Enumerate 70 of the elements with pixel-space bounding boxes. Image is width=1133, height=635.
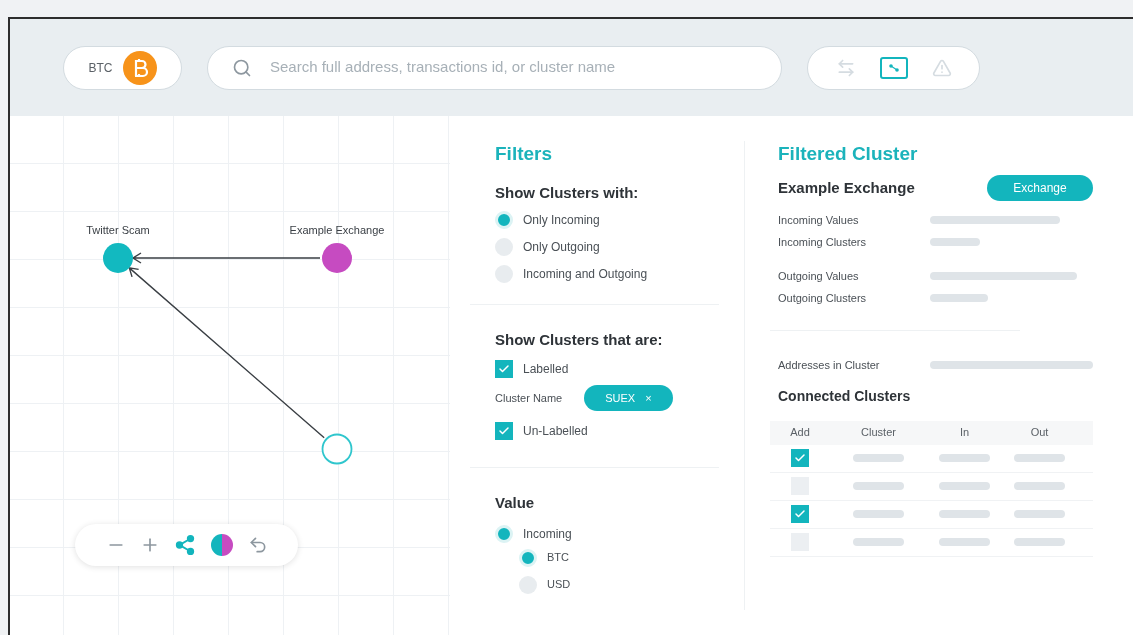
bitcoin-icon	[122, 50, 157, 85]
half-circle-icon[interactable]	[209, 533, 234, 557]
stat-label: Addresses in Cluster	[778, 358, 881, 373]
option-label: Only Outgoing	[523, 238, 600, 256]
section-heading: Connected Clusters	[778, 386, 912, 406]
checkbox[interactable]	[495, 360, 513, 378]
placeholder-bar	[853, 510, 904, 518]
check-icon	[794, 508, 806, 520]
column-header: In	[958, 425, 971, 441]
search-input[interactable]: Search full address, transactions id, or cluster name	[270, 56, 757, 79]
node-label: Twitter Scam	[86, 223, 150, 238]
graph-node[interactable]	[322, 243, 352, 273]
option-label: Incoming and Outgoing	[523, 265, 648, 283]
section-heading: Show Clusters that are:	[495, 329, 664, 350]
check-icon	[498, 425, 510, 437]
currency-selector[interactable]: BTC	[63, 45, 182, 90]
check-icon	[498, 363, 510, 375]
placeholder-bar	[1014, 510, 1065, 518]
stat-label: Outgoing Clusters	[778, 290, 868, 306]
placeholder-bar	[939, 538, 990, 546]
placeholder-bar	[1014, 538, 1065, 546]
cluster-type-badge: Exchange	[987, 175, 1093, 201]
remove-tag-button[interactable]: ×	[645, 389, 652, 407]
stat-label: Outgoing Values	[778, 269, 860, 284]
radio-button[interactable]	[495, 524, 513, 543]
section-heading: Show Clusters with:	[495, 183, 640, 203]
placeholder-bar	[939, 510, 990, 518]
view-toggle[interactable]	[879, 56, 908, 79]
radio-button[interactable]	[495, 210, 513, 229]
option-label: Labelled	[523, 361, 569, 378]
panel-title: Filtered Cluster	[778, 144, 919, 163]
undo-icon[interactable]	[247, 535, 268, 555]
placeholder-bar	[853, 454, 904, 462]
placeholder-bar	[939, 482, 990, 490]
stat-label: Incoming Values	[778, 213, 860, 228]
check-icon	[794, 452, 806, 464]
checkbox[interactable]	[791, 449, 809, 467]
column-header: Cluster	[860, 425, 897, 441]
tag-text: SUEX	[605, 390, 636, 406]
cluster-name: Example Exchange	[778, 177, 915, 198]
node-layout-icon[interactable]	[173, 534, 196, 556]
radio-button[interactable]	[519, 548, 537, 567]
graph-node[interactable]	[321, 433, 353, 465]
section-heading: Value	[495, 493, 536, 513]
currency-label: BTC	[88, 59, 113, 77]
placeholder-bar	[1014, 482, 1065, 490]
search-field[interactable]: Search full address, transactions id, or cluster name	[207, 45, 782, 90]
node-label: Example Exchange	[289, 223, 385, 238]
search-icon	[232, 57, 252, 78]
placeholder-bar	[930, 237, 980, 246]
placeholder-bar	[930, 293, 988, 302]
column-header: Add	[789, 425, 811, 441]
option-label: BTC	[547, 550, 569, 566]
option-label: USD	[547, 577, 571, 593]
checkbox[interactable]	[495, 422, 513, 440]
option-label: Un-Labelled	[523, 423, 588, 440]
warning-icon	[931, 57, 952, 78]
panel-title: Filters	[495, 144, 554, 163]
cluster-name-tag[interactable]: SUEX ×	[584, 385, 673, 411]
placeholder-bar	[853, 482, 904, 490]
placeholder-bar	[939, 454, 990, 462]
graph-node[interactable]	[103, 243, 133, 273]
option-label: Incoming	[523, 525, 572, 543]
placeholder-bar	[853, 538, 904, 546]
placeholder-bar	[1014, 454, 1065, 462]
option-label: Only Incoming	[523, 211, 600, 229]
stat-label: Incoming Clusters	[778, 234, 868, 250]
checkbox[interactable]	[791, 505, 809, 523]
column-header: Out	[1029, 425, 1050, 441]
field-label: Cluster Name	[495, 390, 563, 406]
